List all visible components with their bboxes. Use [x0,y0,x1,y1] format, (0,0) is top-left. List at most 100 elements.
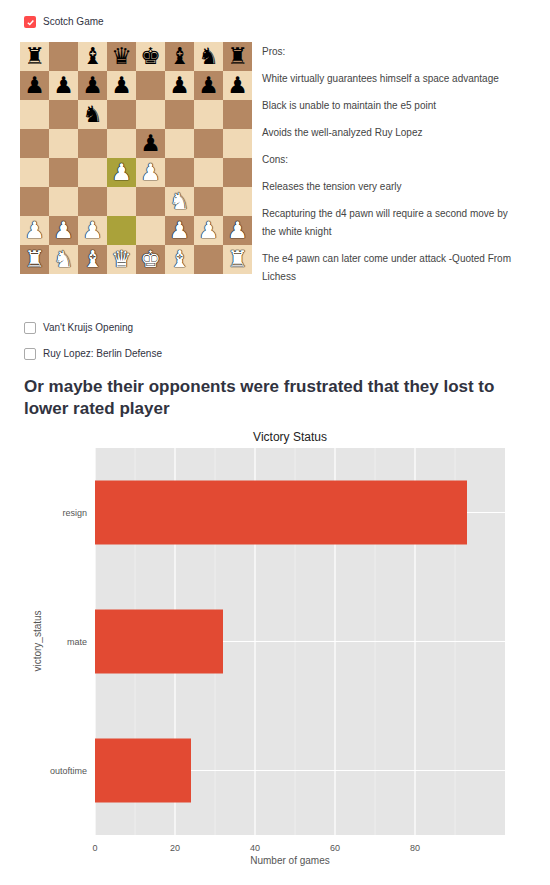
board-square[interactable]: ♟ [136,129,165,158]
chess-piece-icon[interactable]: ♞ [53,248,74,271]
chess-piece-icon[interactable]: ♛ [111,45,132,68]
board-square[interactable] [20,187,49,216]
chess-piece-icon[interactable]: ♝ [82,248,103,271]
checkbox-row[interactable]: Van't Kruijs Opening [24,320,530,336]
board-square[interactable] [107,216,136,245]
chess-piece-icon[interactable]: ♟ [53,219,74,242]
board-square[interactable]: ♟ [20,71,49,100]
chess-piece-icon[interactable]: ♝ [82,45,103,68]
chess-piece-icon[interactable]: ♟ [53,74,74,97]
board-square[interactable]: ♝ [165,42,194,71]
board-square[interactable]: ♞ [165,187,194,216]
chess-piece-icon[interactable]: ♟ [169,219,190,242]
board-square[interactable]: ♟ [223,71,252,100]
board-square[interactable]: ♟ [194,71,223,100]
board-square[interactable] [49,129,78,158]
board-square[interactable] [194,187,223,216]
board-square[interactable] [194,245,223,274]
board-square[interactable]: ♝ [78,245,107,274]
chess-piece-icon[interactable]: ♜ [227,45,248,68]
board-square[interactable] [107,129,136,158]
chess-piece-icon[interactable]: ♜ [227,248,248,271]
chess-piece-icon[interactable]: ♞ [82,103,103,126]
board-square[interactable]: ♞ [78,100,107,129]
chess-piece-icon[interactable]: ♝ [169,45,190,68]
chess-piece-icon[interactable]: ♝ [169,248,190,271]
board-square[interactable]: ♝ [78,42,107,71]
board-square[interactable] [20,129,49,158]
board-square[interactable]: ♟ [49,71,78,100]
board-square[interactable] [165,129,194,158]
board-square[interactable]: ♞ [49,245,78,274]
board-square[interactable]: ♟ [78,216,107,245]
chess-piece-icon[interactable]: ♟ [198,219,219,242]
board-square[interactable] [78,158,107,187]
board-square[interactable] [223,100,252,129]
checkbox[interactable] [24,348,36,360]
chess-piece-icon[interactable]: ♛ [111,248,132,271]
checkbox[interactable] [24,16,36,28]
chess-board[interactable]: ♜ ♝ ♛ ♚ ♝ ♞ ♜ ♟ ♟ ♟ ♟ ♟ ♟ ♟ ♞ ♟ ♟ ♟ ♞ ♟ ♟ ♟ ♟ ♟ ♟ ♜ ♞ ♝ ♛ ♚ ♝ ♜ [20,42,252,286]
board-square[interactable] [20,158,49,187]
chess-piece-icon[interactable]: ♟ [140,132,161,155]
chess-piece-icon[interactable]: ♟ [111,74,132,97]
board-square[interactable]: ♟ [107,71,136,100]
chess-piece-icon[interactable]: ♟ [169,74,190,97]
checkbox-row[interactable]: Ruy Lopez: Berlin Defense [24,346,530,362]
board-square[interactable]: ♟ [136,158,165,187]
chess-piece-icon[interactable]: ♟ [227,219,248,242]
board-square[interactable]: ♟ [165,71,194,100]
chess-piece-icon[interactable]: ♟ [24,74,45,97]
chess-piece-icon[interactable]: ♞ [169,190,190,213]
checkbox-row[interactable]: Scotch Game [24,14,530,30]
board-square[interactable]: ♟ [223,216,252,245]
board-square[interactable] [107,100,136,129]
board-square[interactable] [136,71,165,100]
chess-piece-icon[interactable]: ♟ [140,161,161,184]
board-square[interactable]: ♜ [20,245,49,274]
chess-piece-icon[interactable]: ♟ [82,74,103,97]
board-square[interactable]: ♛ [107,42,136,71]
board-square[interactable]: ♟ [20,216,49,245]
chess-piece-icon[interactable]: ♟ [111,161,132,184]
chess-piece-icon[interactable]: ♟ [82,219,103,242]
chess-piece-icon[interactable]: ♟ [227,74,248,97]
chess-piece-icon[interactable]: ♞ [198,45,219,68]
board-square[interactable] [136,216,165,245]
board-square[interactable]: ♜ [20,42,49,71]
chess-piece-icon[interactable]: ♚ [140,248,161,271]
board-square[interactable]: ♟ [49,216,78,245]
board-square[interactable]: ♜ [223,42,252,71]
board-square[interactable]: ♞ [194,42,223,71]
board-square[interactable] [49,42,78,71]
board-square[interactable] [49,158,78,187]
board-square[interactable]: ♚ [136,245,165,274]
chess-piece-icon[interactable]: ♜ [24,45,45,68]
board-square[interactable]: ♟ [165,216,194,245]
board-square[interactable]: ♟ [194,216,223,245]
board-square[interactable] [223,129,252,158]
chess-piece-icon[interactable]: ♟ [198,74,219,97]
bar[interactable] [95,739,191,803]
board-square[interactable] [107,187,136,216]
board-square[interactable] [20,100,49,129]
board-square[interactable] [165,158,194,187]
board-square[interactable] [49,187,78,216]
board-square[interactable] [194,158,223,187]
board-square[interactable]: ♟ [78,71,107,100]
board-square[interactable] [136,187,165,216]
board-square[interactable] [165,100,194,129]
chess-piece-icon[interactable]: ♟ [24,219,45,242]
board-square[interactable]: ♟ [107,158,136,187]
board-square[interactable]: ♛ [107,245,136,274]
board-square[interactable]: ♝ [165,245,194,274]
chess-piece-icon[interactable]: ♚ [140,45,161,68]
board-square[interactable] [194,129,223,158]
chess-piece-icon[interactable]: ♜ [24,248,45,271]
board-square[interactable] [78,187,107,216]
bar[interactable] [95,610,223,674]
board-square[interactable] [194,100,223,129]
board-square[interactable] [223,158,252,187]
board-square[interactable] [78,129,107,158]
board-square[interactable] [49,100,78,129]
